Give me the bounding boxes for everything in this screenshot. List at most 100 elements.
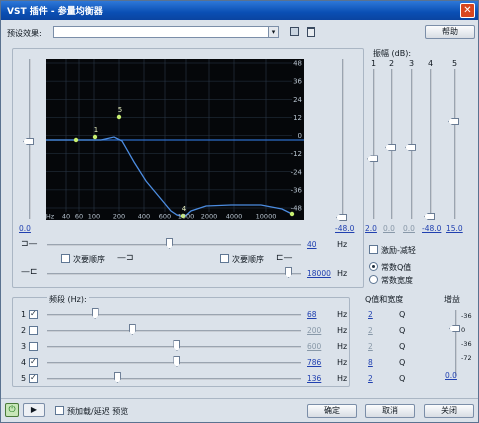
high-shelf-track[interactable] [47, 273, 301, 275]
x-tick-label: 40 [62, 213, 70, 221]
y-tick-label: -24 [291, 168, 303, 176]
high-shelf-order-checkbox[interactable] [220, 254, 229, 263]
band-frequency-unit: Hz [337, 342, 348, 351]
power-icon[interactable]: ⏻ [5, 403, 19, 417]
low-shelf-slope-icon: —⊐ [117, 253, 134, 263]
y-tick-label: 0 [298, 132, 302, 140]
band-frequency-value[interactable]: 136 [307, 374, 321, 383]
band-number: 1 [21, 310, 27, 319]
band-q-unit: Q [399, 358, 406, 367]
band-gain-thumb[interactable] [449, 325, 460, 332]
band-number: 5 [21, 374, 27, 383]
amplitude-thumb[interactable] [385, 143, 396, 151]
band-q-unit: Q [399, 342, 406, 351]
band-frequency-value[interactable]: 68 [307, 310, 317, 319]
band-marker [116, 114, 122, 120]
ok-button[interactable]: 确定 [307, 404, 357, 418]
high-shelf-icon: —⊏ [21, 267, 38, 277]
preset-dropdown[interactable]: ▾ [53, 26, 279, 38]
low-shelf-order-checkbox[interactable] [61, 254, 70, 263]
band-gain-tick: -72 [461, 354, 472, 362]
bands-panel [12, 297, 350, 387]
band-q-value[interactable]: 2 [368, 310, 373, 319]
amplitude-value[interactable]: 15.0 [446, 224, 463, 233]
amplitude-thumb[interactable] [405, 143, 416, 151]
title-bar: VST 插件 - 参量均衡器 ✕ [1, 1, 478, 20]
band-marker [73, 137, 79, 143]
low-shelf-value[interactable]: 40 [307, 240, 317, 249]
amplitude-value[interactable]: -48.0 [422, 224, 441, 233]
band-checkbox[interactable] [29, 357, 38, 367]
band-q-value[interactable]: 8 [368, 358, 373, 367]
amplitude-band-label: 5 [452, 59, 458, 68]
high-shelf-value[interactable]: 18000 [307, 269, 331, 278]
save-preset-icon[interactable] [290, 27, 299, 36]
low-shelf-order-label: 次要顺序 [73, 255, 105, 264]
cancel-button[interactable]: 取消 [365, 404, 415, 418]
constant-width-label: 常数宽度 [381, 276, 413, 285]
amplitude-track[interactable] [430, 69, 432, 219]
x-tick-label: 1000 [178, 213, 195, 221]
y-tick-label: -12 [291, 150, 302, 158]
high-shelf-slope-icon: ⊏— [276, 253, 293, 263]
band-frequency-track[interactable] [47, 378, 301, 380]
band-checkbox[interactable] [29, 373, 38, 383]
amplitude-value[interactable]: 0.0 [403, 224, 415, 233]
amplitude-value[interactable]: 0.0 [383, 224, 395, 233]
band-number: 3 [21, 342, 27, 351]
band-q-value[interactable]: 2 [368, 326, 373, 335]
low-shelf-unit: Hz [337, 240, 348, 249]
close-window-button[interactable]: ✕ [460, 3, 475, 18]
amplitude-thumb[interactable] [367, 155, 378, 163]
amplitude-track[interactable] [373, 69, 375, 219]
constant-q-label: 常数Q值 [381, 263, 412, 272]
band-gain-tick: 0 [461, 326, 466, 334]
boost-cut-checkbox[interactable] [369, 245, 378, 254]
band-frequency-value[interactable]: 786 [307, 358, 321, 367]
band-marker-label: 1 [94, 126, 98, 134]
preview-label: 预加载/延迟 预览 [67, 407, 129, 416]
band-checkbox[interactable] [29, 342, 38, 351]
amplitude-thumb[interactable] [448, 117, 459, 125]
constant-q-radio[interactable] [369, 262, 378, 271]
band-checkbox[interactable] [29, 309, 38, 319]
x-tick-label: 600 [159, 213, 171, 221]
band-number: 4 [21, 358, 27, 367]
band-gain-value[interactable]: 0.0 [445, 371, 457, 380]
band-q-value[interactable]: 2 [368, 374, 373, 383]
chevron-down-icon[interactable]: ▾ [268, 27, 278, 37]
band-number: 2 [21, 326, 27, 335]
play-icon[interactable]: ▶ [23, 403, 45, 417]
amplitude-band-label: 2 [389, 59, 395, 68]
gain-label: 增益 [444, 295, 460, 304]
constant-width-radio[interactable] [369, 275, 378, 284]
preview-checkbox[interactable] [55, 406, 64, 415]
x-tick-label: 10000 [256, 213, 277, 221]
band-q-value[interactable]: 2 [368, 342, 373, 351]
frequency-label: 频段 (Hz): [47, 294, 89, 305]
band-gain-track[interactable] [455, 310, 457, 376]
band-frequency-value[interactable]: 600 [307, 342, 321, 351]
low-shelf-track[interactable] [47, 244, 301, 246]
eq-graph[interactable]: 154 483624120-12-24-36-48 Hz 40 60 100 200 40… [46, 59, 304, 220]
master-gain-right-value[interactable]: -48.0 [335, 224, 354, 233]
band-q-unit: Q [399, 326, 406, 335]
close-button[interactable]: 关闭 [424, 404, 474, 418]
high-shelf-unit: Hz [337, 269, 348, 278]
band-q-unit: Q [399, 310, 406, 319]
y-tick-label: 12 [293, 114, 302, 122]
amplitude-label: 振幅 (dB): [373, 49, 412, 58]
delete-preset-icon[interactable] [307, 27, 315, 37]
amplitude-thumb[interactable] [424, 213, 435, 220]
band-frequency-track[interactable] [47, 330, 301, 332]
master-gain-right-track[interactable] [342, 59, 344, 219]
band-checkbox[interactable] [29, 326, 38, 335]
band-gain-tick: -36 [461, 312, 472, 320]
help-button[interactable]: 帮助 [425, 25, 475, 39]
band-frequency-track[interactable] [47, 314, 301, 316]
band-frequency-value[interactable]: 200 [307, 326, 321, 335]
master-gain-left-value[interactable]: 0.0 [19, 224, 31, 233]
amplitude-value[interactable]: 2.0 [365, 224, 377, 233]
amplitude-track[interactable] [454, 69, 456, 219]
high-shelf-order-label: 次要顺序 [232, 255, 264, 264]
